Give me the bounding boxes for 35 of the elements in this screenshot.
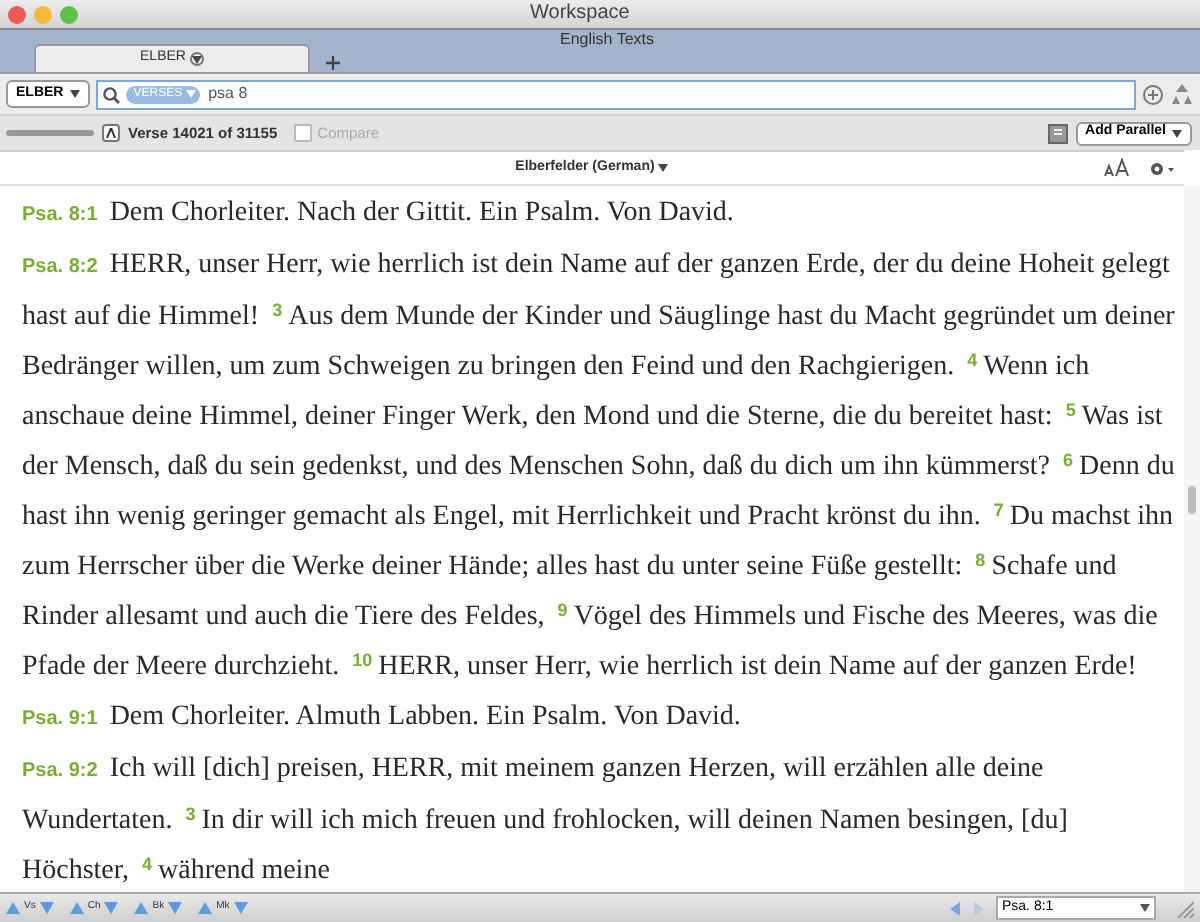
caret-icon xyxy=(1172,129,1182,137)
caret-icon xyxy=(69,90,80,98)
font-size-slider-fill[interactable] xyxy=(6,130,94,136)
down-arrow-icon[interactable] xyxy=(233,902,248,914)
gear-icon[interactable] xyxy=(1148,160,1176,178)
resize-grip-icon[interactable] xyxy=(1176,899,1194,917)
dropdown-icon[interactable] xyxy=(1140,904,1150,912)
down-arrow-icon[interactable] xyxy=(39,902,54,914)
caret-icon[interactable] xyxy=(186,90,197,98)
window-subtitle: English Texts xyxy=(560,30,654,50)
close-button[interactable] xyxy=(8,5,26,23)
back-arrow-icon[interactable] xyxy=(950,901,962,915)
up-arrow-icon[interactable] xyxy=(6,902,20,914)
scripture-paragraph: Psa. 9:2 Ich will [dich] preisen, HERR, mit meinem ganzen Herzen, will erzählen alle deine Wundertaten. $^{3}$ In dir will ich mich freuen und frohlocken, will deinen Namen besingen, [du] Höchster, $^{4}$ während meine xyxy=(22,752,1070,890)
search-icon xyxy=(101,85,122,103)
caret-icon xyxy=(658,164,669,172)
search-input[interactable]: psa 8 xyxy=(208,82,1130,106)
scripture-paragraph: Psa. 8:2 HERR, unser Herr, wie herrlich ist dein Name auf der ganzen Erde, der du deine Hoheit gelegt hast auf die Himmel! $^{3}$ Aus dem Munde der Kinder und Säuglinge hast du Macht gegründet um deiner Bedränger willen, um zum Schweigen zu bringen den Feind und den Rachgierigen. $^{4}$ Wenn ich anschaue deine Himmel, deiner Finger Werk, den Mond und die Sterne, die du bereitet hast: $^{5}$ Was ist der Mensch, daß du sein gedenkst, und des Menschen Sohn, daß du dich um ihn kümmerst? $^{6}$ Denn du hast ihn wenig geringer gemacht als Engel, mit Herrlichkeit und Pracht krönst du ihn. $^{7}$ Du machst ihn zum Herrscher über die Werke deiner Hände; alles hast du unter seine Füße gestellt: $^{8}$ Schafe und Rinder allesamt und auch die Tiere des Feldes, $^{9}$ Vögel des Himmels und Fische des Meeres, was die Pfade der Meere durchzieht. $^{10}$ HERR, unser Herr, wie herrlich ist dein Name auf der ganzen Erde! xyxy=(22,248,1176,686)
scripture-paragraph: Psa. 8:1 Dem Chorleiter. Nach der Gittit. Ein Psalm. Von David. xyxy=(22,196,736,232)
font-size-icon[interactable] xyxy=(102,124,120,142)
up-arrow-icon[interactable] xyxy=(69,902,84,914)
add-icon[interactable] xyxy=(1142,83,1164,105)
up-arrow-icon[interactable] xyxy=(198,902,213,914)
down-arrow-icon[interactable] xyxy=(104,902,119,914)
up-arrow-icon[interactable] xyxy=(134,902,149,914)
forward-arrow-icon[interactable] xyxy=(972,901,984,915)
zoom-button[interactable] xyxy=(60,5,78,23)
new-tab-button[interactable] xyxy=(326,56,340,70)
window-title: Workspace xyxy=(530,0,630,28)
caret-icon xyxy=(191,55,202,63)
down-arrow-icon[interactable] xyxy=(168,902,183,914)
minimize-button[interactable] xyxy=(34,5,52,23)
note-icon[interactable] xyxy=(1047,123,1068,143)
font-size-buttons-icon[interactable] xyxy=(1104,158,1132,178)
scripture-paragraph: Psa. 9:1 Dem Chorleiter. Almuth Labben. Ein Psalm. Von David. xyxy=(22,700,743,736)
